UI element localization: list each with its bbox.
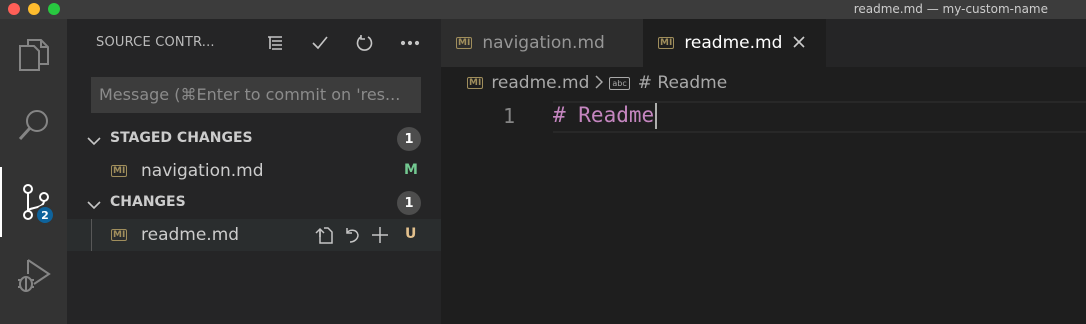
files-icon bbox=[18, 39, 49, 71]
list-item[interactable]: MI readme.md U bbox=[67, 219, 441, 251]
markdown-icon: MI bbox=[111, 229, 128, 241]
tab-label: readme.md bbox=[684, 33, 783, 53]
chevron-right-icon bbox=[595, 74, 604, 93]
ellipsis-icon bbox=[400, 40, 419, 46]
staged-changes-group[interactable]: STAGED CHANGES 1 bbox=[67, 123, 441, 155]
close-icon bbox=[793, 35, 805, 48]
chevron-down-icon bbox=[87, 196, 101, 215]
close-window-button[interactable] bbox=[8, 3, 20, 15]
tab-readme-md[interactable]: MI readme.md bbox=[643, 19, 826, 67]
tab-label: navigation.md bbox=[482, 33, 605, 53]
commit-message-input[interactable]: Message (⌘Enter to commit on 'res... bbox=[91, 77, 421, 113]
run-debug-button[interactable] bbox=[0, 245, 67, 305]
group-label: STAGED CHANGES bbox=[110, 130, 253, 146]
tree-icon bbox=[267, 36, 282, 50]
breadcrumb-file[interactable]: readme.md bbox=[491, 73, 589, 93]
search-icon bbox=[18, 110, 48, 141]
code-editor[interactable]: 1 # Readme bbox=[441, 99, 1086, 324]
indent-guide bbox=[91, 219, 92, 251]
row-actions bbox=[313, 225, 391, 245]
status-badge: M bbox=[404, 162, 418, 178]
markdown-icon: MI bbox=[456, 37, 473, 49]
discard-icon bbox=[346, 228, 359, 243]
open-file-icon bbox=[315, 227, 333, 244]
source-control-button[interactable]: 2 bbox=[0, 167, 69, 237]
editor-tabs: MI navigation.md MI readme.md bbox=[441, 19, 1086, 67]
discard-changes-button[interactable] bbox=[341, 225, 363, 245]
scm-badge: 2 bbox=[35, 205, 55, 225]
refresh-icon bbox=[356, 35, 372, 51]
file-name: navigation.md bbox=[141, 161, 264, 181]
markdown-icon: MI bbox=[467, 77, 484, 89]
explorer-button[interactable] bbox=[0, 25, 67, 85]
view-as-tree-button[interactable] bbox=[252, 31, 297, 55]
text-cursor bbox=[655, 103, 658, 129]
maximize-window-button[interactable] bbox=[48, 3, 60, 15]
title-bar: readme.md — my-custom-name bbox=[0, 0, 1086, 19]
code-line[interactable]: # Readme bbox=[553, 103, 658, 129]
changes-group[interactable]: CHANGES 1 bbox=[67, 187, 441, 219]
markdown-icon: MI bbox=[111, 165, 128, 177]
panel-title: SOURCE CONTR... bbox=[96, 35, 215, 50]
file-name: readme.md bbox=[141, 225, 240, 245]
status-badge: U bbox=[405, 226, 417, 242]
stage-changes-button[interactable] bbox=[369, 225, 391, 245]
count-badge: 1 bbox=[397, 191, 421, 215]
chevron-down-icon bbox=[87, 132, 101, 151]
commit-button[interactable] bbox=[297, 31, 342, 55]
string-symbol-icon: abc bbox=[609, 76, 630, 90]
group-label: CHANGES bbox=[110, 194, 186, 210]
refresh-button[interactable] bbox=[342, 31, 387, 55]
code-text: # Readme bbox=[553, 103, 655, 127]
count-badge: 1 bbox=[397, 127, 421, 151]
search-button[interactable] bbox=[0, 95, 67, 155]
tab-navigation-md[interactable]: MI navigation.md bbox=[441, 19, 643, 67]
breadcrumb-symbol[interactable]: # Readme bbox=[638, 73, 727, 93]
close-tab-button[interactable] bbox=[792, 34, 806, 53]
activity-bar: 2 bbox=[0, 19, 67, 324]
more-actions-button[interactable] bbox=[387, 31, 432, 55]
line-number: 1 bbox=[503, 104, 516, 128]
list-item[interactable]: MI navigation.md M bbox=[67, 155, 441, 187]
panel-actions bbox=[252, 31, 432, 55]
window-title: readme.md — my-custom-name bbox=[853, 2, 1048, 16]
open-file-button[interactable] bbox=[313, 225, 335, 245]
source-control-panel: SOURCE CONTR... Message (⌘Enter to commi… bbox=[67, 19, 441, 324]
run-debug-icon bbox=[17, 259, 51, 292]
check-icon bbox=[311, 36, 328, 50]
plus-icon bbox=[372, 227, 388, 243]
breadcrumb: MI readme.md abc # Readme bbox=[441, 67, 1086, 99]
markdown-icon: MI bbox=[658, 37, 675, 49]
minimize-window-button[interactable] bbox=[28, 3, 40, 15]
